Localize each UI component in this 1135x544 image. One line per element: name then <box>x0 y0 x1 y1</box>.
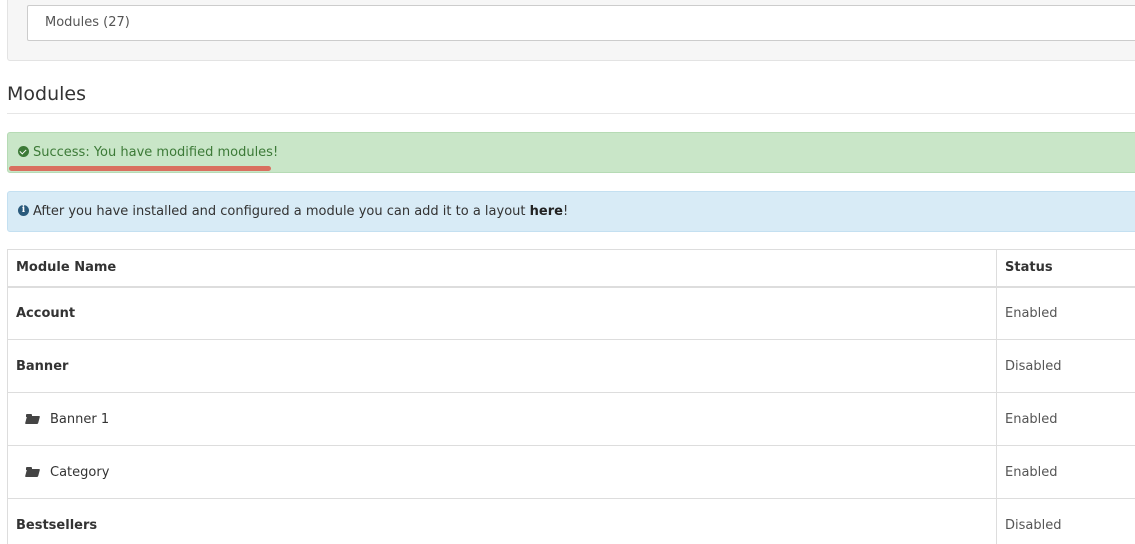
module-name-cell: Bestsellers <box>7 498 997 544</box>
table-row: Banner Disabled <box>7 339 1135 393</box>
column-header-module-name[interactable]: Module Name <box>7 249 997 288</box>
info-message-end: ! <box>562 204 569 219</box>
table-row: Bestsellers Disabled <box>7 498 1135 544</box>
column-header-status[interactable]: Status <box>996 249 1135 288</box>
module-name: Banner <box>16 358 69 374</box>
table-row: Banner 1 Enabled <box>7 392 1135 446</box>
info-circle-icon <box>18 204 29 217</box>
table-header-row: Module Name Status <box>7 249 1135 288</box>
page-title: Modules <box>7 83 86 105</box>
module-status: Disabled <box>996 339 1135 393</box>
title-divider <box>7 113 1135 114</box>
module-name-cell: Banner 1 <box>7 392 997 446</box>
page: Modules (27) Modules Success: You have m… <box>0 0 1135 544</box>
module-name: Account <box>16 305 76 321</box>
module-type-select[interactable]: Modules (27) <box>27 5 1135 41</box>
table-row: Category Enabled <box>7 445 1135 499</box>
module-name-cell: Account <box>7 286 997 340</box>
folder-open-icon <box>26 413 40 424</box>
info-alert: After you have installed and configured … <box>7 191 1135 232</box>
module-name: Bestsellers <box>16 517 98 533</box>
module-status: Enabled <box>996 445 1135 499</box>
info-message: After you have installed and configured … <box>33 204 530 219</box>
module-name: Banner 1 <box>50 411 110 427</box>
filter-panel: Modules (27) <box>7 0 1135 61</box>
highlight-underline <box>9 166 271 171</box>
layout-link[interactable]: here <box>530 204 563 219</box>
module-status: Disabled <box>996 498 1135 544</box>
module-name-cell: Banner <box>7 339 997 393</box>
folder-open-icon <box>26 466 40 477</box>
module-status: Enabled <box>996 392 1135 446</box>
module-name-cell: Category <box>7 445 997 499</box>
success-message: Success: You have modified modules! <box>33 145 279 160</box>
modules-table: Module Name Status Account Enabled Banne… <box>7 249 1135 544</box>
table-row: Account Enabled <box>7 286 1135 340</box>
module-status: Enabled <box>996 286 1135 340</box>
module-name: Category <box>50 464 110 480</box>
check-circle-icon <box>18 146 29 157</box>
